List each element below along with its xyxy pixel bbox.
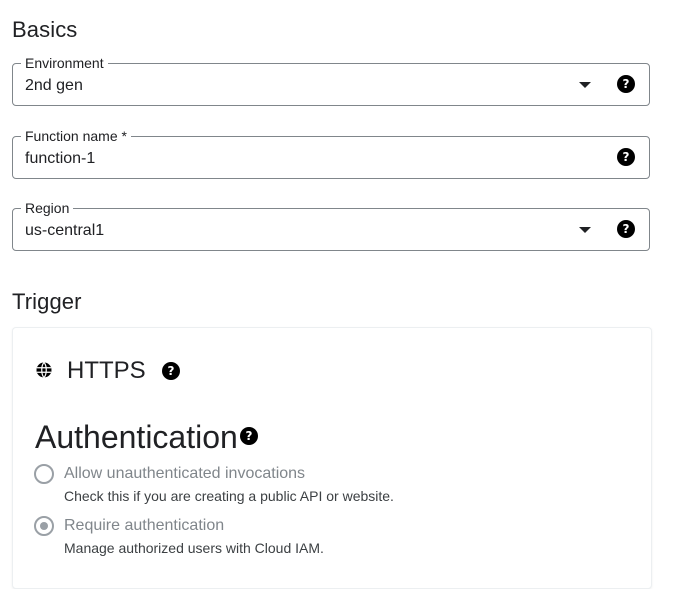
authentication-heading: Authentication xyxy=(35,418,238,456)
radio-button[interactable] xyxy=(34,464,54,484)
function-name-value[interactable]: function-1 xyxy=(25,149,95,169)
radio-button-checked[interactable] xyxy=(34,516,54,536)
region-value: us-central1 xyxy=(25,222,105,239)
help-icon[interactable]: ? xyxy=(162,362,180,380)
environment-value: 2nd gen xyxy=(25,77,83,94)
radio-help-text: Manage authorized users with Cloud IAM. xyxy=(64,540,324,556)
function-name-label: Function name * xyxy=(21,128,131,144)
dropdown-arrow-icon[interactable] xyxy=(579,227,591,233)
authentication-title: Authentication xyxy=(35,419,238,455)
trigger-heading: Trigger xyxy=(12,289,82,314)
region-select[interactable]: Region us-central1 ? xyxy=(12,200,650,251)
environment-label: Environment xyxy=(21,55,108,71)
help-icon[interactable]: ? xyxy=(617,75,635,93)
dropdown-arrow-icon[interactable] xyxy=(579,82,591,88)
function-name-field[interactable]: Function name * function-1 ? xyxy=(12,128,650,179)
region-label: Region xyxy=(21,200,74,216)
radio-label: Require authentication xyxy=(64,517,225,534)
trigger-type-label: HTTPS xyxy=(67,357,146,384)
trigger-card: HTTPS ? Authentication ? Allow unauthent… xyxy=(12,327,652,589)
globe-icon xyxy=(36,362,52,378)
help-icon[interactable]: ? xyxy=(617,148,635,166)
environment-select[interactable]: Environment 2nd gen ? xyxy=(12,55,650,106)
help-icon[interactable]: ? xyxy=(617,220,635,238)
basics-heading: Basics xyxy=(12,17,78,42)
help-icon[interactable]: ? xyxy=(240,427,258,445)
radio-help-text: Check this if you are creating a public … xyxy=(64,488,394,504)
radio-label: Allow unauthenticated invocations xyxy=(64,465,306,482)
